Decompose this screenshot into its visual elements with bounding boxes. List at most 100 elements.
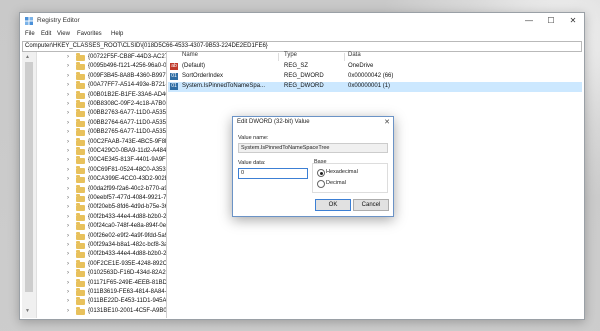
- folder-icon: [76, 306, 85, 315]
- column-divider[interactable]: [278, 53, 279, 61]
- chevron-right-icon[interactable]: ›: [67, 167, 69, 173]
- menu-favorites[interactable]: Favorites: [77, 31, 102, 37]
- decimal-label[interactable]: Decimal: [326, 180, 346, 186]
- dialog-close-icon[interactable]: ✕: [384, 118, 390, 126]
- minimize-button[interactable]: —: [518, 13, 540, 29]
- folder-icon: [76, 90, 85, 99]
- value-row[interactable]: 01 SortOrderIndex REG_DWORD 0x00000042 (66): [168, 72, 582, 82]
- tree-item-label: {00A77FF7-A514-493e-B721-CDF1: [88, 82, 167, 89]
- chevron-right-icon[interactable]: ›: [67, 214, 69, 220]
- chevron-right-icon[interactable]: ›: [67, 139, 69, 145]
- chevron-right-icon[interactable]: ›: [67, 82, 69, 88]
- tree-item-label: {00C2FAAB-743E-4BC5-9F8E-813E: [88, 138, 166, 145]
- folder-icon: [76, 175, 85, 184]
- chevron-right-icon[interactable]: ›: [67, 280, 69, 286]
- chevron-right-icon[interactable]: ›: [67, 289, 69, 295]
- chevron-right-icon[interactable]: ›: [67, 270, 69, 276]
- maximize-button[interactable]: ☐: [540, 13, 562, 29]
- chevron-right-icon[interactable]: ›: [67, 186, 69, 192]
- tree-item-label: {00C4E345-813F-4401-9A9F-29F7.: [88, 157, 166, 164]
- value-name-field: System.IsPinnedToNameSpaceTree: [238, 143, 388, 153]
- value-type: REG_DWORD: [284, 73, 324, 79]
- value-type: REG_SZ: [284, 63, 309, 69]
- chevron-right-icon[interactable]: ›: [67, 54, 69, 60]
- scroll-thumb[interactable]: [25, 62, 33, 292]
- menu-file[interactable]: File: [25, 31, 35, 37]
- chevron-right-icon[interactable]: ›: [67, 92, 69, 98]
- registry-editor-icon: [25, 17, 33, 25]
- chevron-right-icon[interactable]: ›: [67, 242, 69, 248]
- chevron-right-icon[interactable]: ›: [67, 223, 69, 229]
- tree-scrollbar[interactable]: ▲ ▼: [22, 52, 37, 318]
- column-data-header[interactable]: Data: [348, 52, 361, 62]
- chevron-right-icon[interactable]: ›: [67, 261, 69, 267]
- tree-item-label: {00da2f99-f2a6-40c2-b770-a920f8: [88, 185, 167, 192]
- chevron-right-icon[interactable]: ›: [67, 233, 69, 239]
- chevron-right-icon[interactable]: ›: [67, 176, 69, 182]
- hexadecimal-radio[interactable]: [317, 169, 325, 177]
- folder-icon: [76, 250, 85, 259]
- value-row[interactable]: 01 System.IsPinnedToNameSpa... REG_DWORD 0x…: [168, 82, 582, 92]
- folder-icon: [76, 278, 85, 287]
- scroll-down-icon[interactable]: ▼: [25, 308, 30, 314]
- address-bar[interactable]: Computer\HKEY_CLASSES_ROOT\CLSID\{018D5C…: [22, 41, 582, 52]
- folder-icon: [76, 212, 85, 221]
- chevron-right-icon[interactable]: ›: [67, 308, 69, 314]
- folder-icon: [76, 156, 85, 165]
- value-type: REG_DWORD: [284, 83, 324, 89]
- tree-item-label: {00722F5F-CB8F-44D3-AC27-CC1: [88, 54, 167, 60]
- dword-value-icon: 01: [170, 73, 178, 80]
- folder-icon: [76, 241, 85, 249]
- value-name-label: Value name:: [238, 135, 269, 141]
- chevron-right-icon[interactable]: ›: [67, 195, 69, 201]
- tree-item-label: {00BB2764-6A77-11D0-A535-00C0: [88, 119, 167, 126]
- chevron-right-icon[interactable]: ›: [67, 63, 69, 69]
- column-name-header[interactable]: Name: [182, 52, 198, 62]
- chevron-right-icon[interactable]: ›: [67, 251, 69, 257]
- tree-item[interactable]: › {0131BE10-2001-4C5F-A9B0-CC8: [36, 306, 166, 317]
- close-button[interactable]: ✕: [562, 13, 584, 29]
- value-name-text: System.IsPinnedToNameSpaceTree: [241, 145, 330, 151]
- column-divider[interactable]: [344, 53, 345, 61]
- title-bar[interactable]: Registry Editor — ☐ ✕: [20, 13, 584, 29]
- chevron-right-icon[interactable]: ›: [67, 204, 69, 210]
- menu-view[interactable]: View: [57, 31, 70, 37]
- folder-icon: [76, 222, 85, 231]
- value-name: System.IsPinnedToNameSpa...: [182, 83, 266, 89]
- menu-help[interactable]: Help: [111, 31, 123, 37]
- value-data: OneDrive: [348, 63, 374, 69]
- value-data-input[interactable]: 0: [238, 168, 308, 179]
- chevron-right-icon[interactable]: ›: [67, 129, 69, 135]
- chevron-right-icon[interactable]: ›: [67, 148, 69, 154]
- cancel-button[interactable]: Cancel: [353, 199, 389, 211]
- scroll-up-icon[interactable]: ▲: [25, 54, 30, 60]
- chevron-right-icon[interactable]: ›: [67, 110, 69, 116]
- hexadecimal-label[interactable]: Hexadecimal: [326, 169, 358, 175]
- dialog-title: Edit DWORD (32-bit) Value: [237, 119, 310, 125]
- column-type-header[interactable]: Type: [284, 52, 297, 62]
- chevron-right-icon[interactable]: ›: [67, 101, 69, 107]
- folder-icon: [76, 62, 85, 71]
- folder-icon: [76, 259, 85, 268]
- chevron-right-icon[interactable]: ›: [67, 298, 69, 304]
- folder-icon: [76, 128, 85, 137]
- menu-edit[interactable]: Edit: [41, 31, 51, 37]
- chevron-right-icon[interactable]: ›: [67, 157, 69, 163]
- chevron-right-icon[interactable]: ›: [67, 120, 69, 126]
- chevron-right-icon[interactable]: ›: [67, 73, 69, 79]
- decimal-radio[interactable]: [317, 180, 325, 188]
- tree-item-label: {011BE22D-E453-11D1-945A-00C0: [88, 298, 167, 305]
- base-group: Hexadecimal Decimal: [312, 163, 388, 193]
- folder-icon: [76, 53, 85, 61]
- tree-item-label: {00B01B2E-B1FE-33A6-AD40-57D: [88, 91, 166, 98]
- tree-item-label: {00f26e02-e9f2-4a9f-9fdd-5a962f: [88, 232, 166, 239]
- tree-item-label: {00BB2763-6A77-11D0-A535-00C0: [88, 110, 167, 117]
- tree-item-label: {00f2b433-44e4-4d88-b2b0-2698a: [88, 213, 167, 220]
- value-data-label: Value data:: [238, 160, 266, 166]
- ok-button[interactable]: OK: [315, 199, 351, 211]
- value-row[interactable]: ab (Default) REG_SZ OneDrive: [168, 62, 582, 72]
- tree-item-label: {00f2b433-44e4-4d88-b2b0-2698a: [88, 251, 167, 258]
- value-name: SortOrderIndex: [182, 73, 224, 79]
- tree-item-label: {009F3B45-8A8B-4360-B997-B2AC: [88, 72, 167, 79]
- folder-icon: [76, 147, 85, 155]
